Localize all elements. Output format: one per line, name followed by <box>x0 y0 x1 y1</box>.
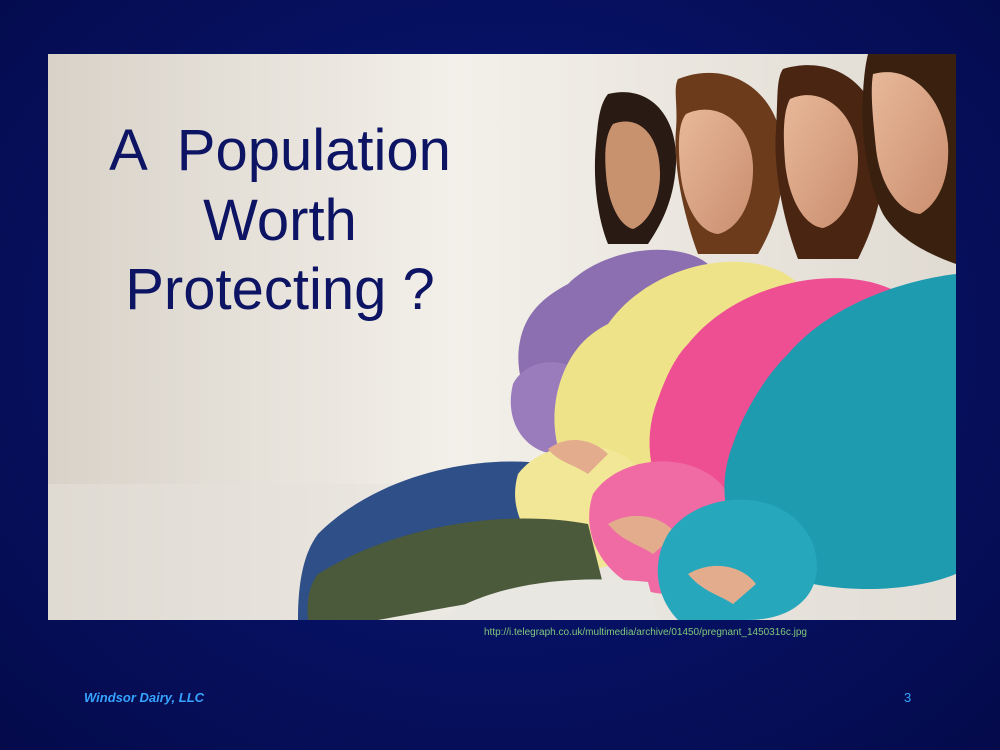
title-line-3: Protecting ? <box>125 257 435 323</box>
image-source-link[interactable]: http://i.telegraph.co.uk/multimedia/arch… <box>484 627 807 638</box>
slide-title: A Population Worth Protecting ? <box>70 116 490 325</box>
footer-company: Windsor Dairy, LLC <box>84 690 205 705</box>
title-line-2: Worth <box>203 187 357 253</box>
page-number: 3 <box>904 690 912 705</box>
title-line-1: A Population <box>109 118 451 183</box>
slide: A Population Worth Protecting ? http://i… <box>0 0 1000 750</box>
